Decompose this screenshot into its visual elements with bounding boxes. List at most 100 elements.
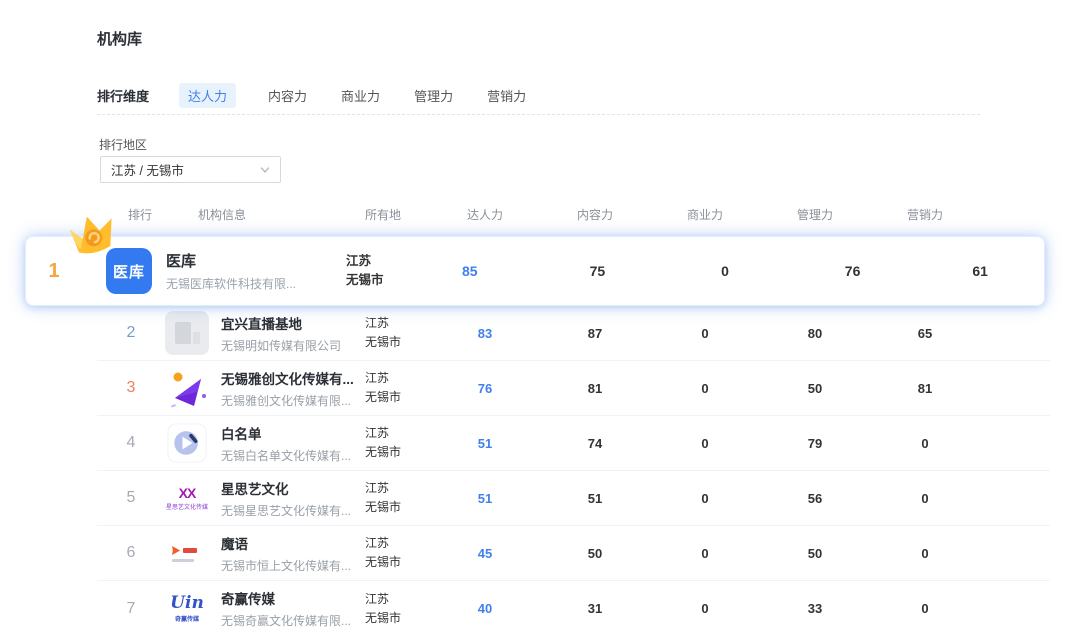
score-yingxiaoli: 61	[916, 263, 1044, 279]
org-name: 无锡雅创文化传媒有...	[221, 368, 354, 388]
score-guanlili: 79	[760, 436, 870, 451]
tab-guanlili[interactable]: 管理力	[412, 83, 455, 108]
tab-yingxiaoli[interactable]: 营销力	[485, 83, 528, 108]
org-company: 无锡星思艺文化传媒有...	[221, 502, 351, 519]
page-title: 机构库	[97, 28, 142, 49]
score-guanlili: 76	[789, 263, 917, 279]
score-shangyeli: 0	[650, 546, 760, 561]
score-neirongli: 51	[540, 491, 650, 506]
org-location: 江苏 无锡市	[355, 590, 430, 627]
table-row[interactable]: 4 白名单 无锡白名单文化传媒有... 江苏 无锡市	[97, 416, 1050, 471]
table-header: 排行 机构信息 所有地 达人力 内容力 商业力 管理力 营销力	[97, 199, 1050, 229]
org-province: 江苏	[365, 590, 430, 609]
table-row[interactable]: 3 无锡雅创文化传媒有... 无锡雅创文化传媒有限...	[97, 361, 1050, 416]
score-darenli: 51	[430, 436, 540, 451]
org-avatar-caption: 星思艺文化传媒	[166, 502, 208, 511]
top1-row-card[interactable]: 1 医库 医库 无锡医库软件科技有限... 江苏 无锡市 85 75 0 76 …	[25, 236, 1045, 306]
rank-number: 4	[97, 434, 165, 452]
score-shangyeli: 0	[650, 491, 760, 506]
org-company: 无锡雅创文化传媒有限...	[221, 392, 354, 409]
ranking-dimension-tabs: 排行维度 达人力 内容力 商业力 管理力 营销力	[97, 83, 528, 108]
org-name: 宜兴直播基地	[221, 313, 341, 333]
rank-number: 2	[97, 324, 165, 342]
score-guanlili: 50	[760, 546, 870, 561]
score-guanlili: 56	[760, 491, 870, 506]
score-guanlili: 80	[760, 326, 870, 341]
tabs-divider	[97, 114, 980, 115]
score-yingxiaoli: 81	[870, 381, 980, 396]
org-company: 无锡市恒上文化传媒有...	[221, 557, 351, 574]
score-darenli: 40	[430, 601, 540, 616]
org-province: 江苏	[365, 314, 430, 333]
region-select[interactable]: 江苏 / 无锡市	[100, 156, 281, 183]
score-yingxiaoli: 0	[870, 546, 980, 561]
score-yingxiaoli: 65	[870, 326, 980, 341]
org-avatar-placeholder-icon	[165, 311, 209, 355]
chevron-down-icon	[260, 165, 270, 175]
score-yingxiaoli: 0	[870, 601, 980, 616]
region-filter-label: 排行地区	[99, 136, 147, 153]
org-location: 江苏 无锡市	[355, 314, 430, 351]
org-company: 无锡奇赢文化传媒有限...	[221, 612, 351, 629]
org-avatar-play-badge-icon	[165, 421, 209, 465]
score-neirongli: 74	[540, 436, 650, 451]
org-location: 江苏 无锡市	[355, 424, 430, 461]
org-city: 无锡市	[365, 553, 430, 572]
tab-shangyeli[interactable]: 商业力	[339, 83, 382, 108]
col-shangyeli: 商业力	[650, 206, 760, 223]
org-name: 星思艺文化	[221, 478, 351, 498]
score-guanlili: 50	[760, 381, 870, 396]
tab-darenli[interactable]: 达人力	[179, 83, 236, 108]
org-city: 无锡市	[365, 333, 430, 352]
score-yingxiaoli: 0	[870, 436, 980, 451]
col-guanlili: 管理力	[760, 206, 870, 223]
score-neirongli: 31	[540, 601, 650, 616]
score-neirongli: 87	[540, 326, 650, 341]
score-shangyeli: 0	[650, 436, 760, 451]
org-name: 白名单	[221, 423, 351, 443]
org-city: 无锡市	[365, 609, 430, 628]
score-shangyeli: 0	[650, 381, 760, 396]
org-province: 江苏	[365, 424, 430, 443]
table-row[interactable]: 7 Uin 奇赢传媒 奇赢传媒 无锡奇赢文化传媒有限... 江苏 无锡市 40 …	[97, 581, 1050, 636]
score-guanlili: 33	[760, 601, 870, 616]
org-province: 江苏	[365, 534, 430, 553]
org-location: 江苏 无锡市	[336, 252, 406, 290]
score-darenli: 85	[406, 263, 534, 279]
rank-number: 7	[97, 600, 165, 618]
org-name: 魔语	[221, 533, 351, 553]
col-darenli: 达人力	[430, 206, 540, 223]
score-neirongli: 50	[540, 546, 650, 561]
col-yingxiaoli: 营销力	[870, 206, 980, 223]
table-row[interactable]: 6 魔语 无锡市恒上文化传媒有... 江苏 无锡市 45	[97, 526, 1050, 581]
score-darenli: 76	[430, 381, 540, 396]
region-select-value: 江苏 / 无锡市	[111, 160, 260, 179]
score-darenli: 51	[430, 491, 540, 506]
tab-neirongli[interactable]: 内容力	[266, 83, 309, 108]
score-shangyeli: 0	[661, 263, 789, 279]
score-yingxiaoli: 0	[870, 491, 980, 506]
score-neirongli: 75	[534, 263, 662, 279]
org-province: 江苏	[346, 252, 406, 271]
score-shangyeli: 0	[650, 326, 760, 341]
table-row[interactable]: 2 宜兴直播基地 无锡明如传媒有限公司 江苏 无锡市 83 87 0 80 65	[97, 306, 1050, 361]
score-shangyeli: 0	[650, 601, 760, 616]
rank-number: 3	[97, 379, 165, 397]
org-avatar-party-hat-icon	[165, 366, 209, 410]
org-name: 奇赢传媒	[221, 588, 351, 608]
org-company: 无锡白名单文化传媒有...	[221, 447, 351, 464]
org-location: 江苏 无锡市	[355, 534, 430, 571]
org-company: 无锡医库软件科技有限...	[166, 275, 321, 292]
org-avatar-xx-logo: XX 星思艺文化传媒	[165, 476, 209, 520]
col-neirongli: 内容力	[540, 206, 650, 223]
dimension-label: 排行维度	[97, 86, 149, 105]
org-city: 无锡市	[365, 388, 430, 407]
org-province: 江苏	[365, 369, 430, 388]
org-location: 江苏 无锡市	[355, 479, 430, 516]
score-darenli: 83	[430, 326, 540, 341]
org-name: 医库	[166, 250, 321, 271]
table-row[interactable]: 5 XX 星思艺文化传媒 星思艺文化 无锡星思艺文化传媒有... 江苏 无锡市 …	[97, 471, 1050, 526]
org-company: 无锡明如传媒有限公司	[221, 337, 341, 354]
crown-icon	[62, 207, 121, 261]
score-darenli: 45	[430, 546, 540, 561]
